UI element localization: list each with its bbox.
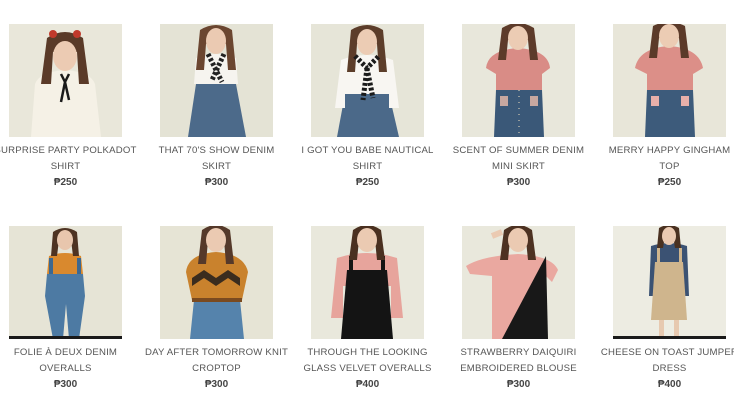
product-card[interactable]: MERRY HAPPY GINGHAM TOP ₱250 bbox=[594, 24, 734, 191]
product-card[interactable]: DAY AFTER TOMORROW KNIT CROPTOP ₱300 bbox=[141, 226, 292, 393]
product-price: ₱300 bbox=[53, 379, 78, 390]
product-title[interactable]: CHEESE ON TOAST JUMPER DRESS bbox=[594, 345, 734, 377]
product-card[interactable]: THAT 70'S SHOW DENIM SKIRT ₱300 bbox=[141, 24, 292, 191]
product-price: ₱250 bbox=[53, 177, 78, 188]
product-price: ₱400 bbox=[657, 379, 682, 390]
product-image[interactable] bbox=[9, 226, 122, 339]
product-price: ₱250 bbox=[657, 177, 682, 188]
product-image[interactable] bbox=[311, 226, 424, 339]
product-card[interactable]: CHEESE ON TOAST JUMPER DRESS ₱400 bbox=[594, 226, 734, 393]
product-price: ₱300 bbox=[204, 379, 229, 390]
product-image[interactable] bbox=[160, 226, 273, 339]
product-price: ₱300 bbox=[506, 177, 531, 188]
product-image[interactable] bbox=[462, 24, 575, 137]
product-title[interactable]: MERRY HAPPY GINGHAM TOP bbox=[594, 143, 734, 175]
product-image[interactable] bbox=[9, 24, 122, 137]
product-image[interactable] bbox=[160, 24, 273, 137]
product-grid: SURPRISE PARTY POLKADOT SHIRT ₱250 THAT … bbox=[0, 0, 734, 407]
product-price: ₱300 bbox=[506, 379, 531, 390]
product-card[interactable]: I GOT YOU BABE NAUTICAL SHIRT ₱250 bbox=[292, 24, 443, 191]
product-title[interactable]: THAT 70'S SHOW DENIM SKIRT bbox=[141, 143, 292, 175]
product-card[interactable]: SURPRISE PARTY POLKADOT SHIRT ₱250 bbox=[0, 24, 141, 191]
product-price: ₱400 bbox=[355, 379, 380, 390]
product-image[interactable] bbox=[462, 226, 575, 339]
product-title[interactable]: FOLIE À DEUX DENIM OVERALLS bbox=[0, 345, 141, 377]
product-image[interactable] bbox=[613, 24, 726, 137]
product-title[interactable]: STRAWBERRY DAIQUIRI EMBROIDERED BLOUSE bbox=[443, 345, 594, 377]
product-card[interactable]: FOLIE À DEUX DENIM OVERALLS ₱300 bbox=[0, 226, 141, 393]
product-title[interactable]: I GOT YOU BABE NAUTICAL SHIRT bbox=[292, 143, 443, 175]
product-title[interactable]: SCENT OF SUMMER DENIM MINI SKIRT bbox=[443, 143, 594, 175]
product-price: ₱300 bbox=[204, 177, 229, 188]
product-image[interactable] bbox=[311, 24, 424, 137]
product-title[interactable]: THROUGH THE LOOKING GLASS VELVET OVERALL… bbox=[292, 345, 443, 377]
product-card[interactable]: THROUGH THE LOOKING GLASS VELVET OVERALL… bbox=[292, 226, 443, 393]
product-card[interactable]: STRAWBERRY DAIQUIRI EMBROIDERED BLOUSE ₱… bbox=[443, 226, 594, 393]
product-price: ₱250 bbox=[355, 177, 380, 188]
product-image[interactable] bbox=[613, 226, 726, 339]
product-card[interactable]: SCENT OF SUMMER DENIM MINI SKIRT ₱300 bbox=[443, 24, 594, 191]
product-title[interactable]: DAY AFTER TOMORROW KNIT CROPTOP bbox=[141, 345, 292, 377]
product-title[interactable]: SURPRISE PARTY POLKADOT SHIRT bbox=[0, 143, 141, 175]
